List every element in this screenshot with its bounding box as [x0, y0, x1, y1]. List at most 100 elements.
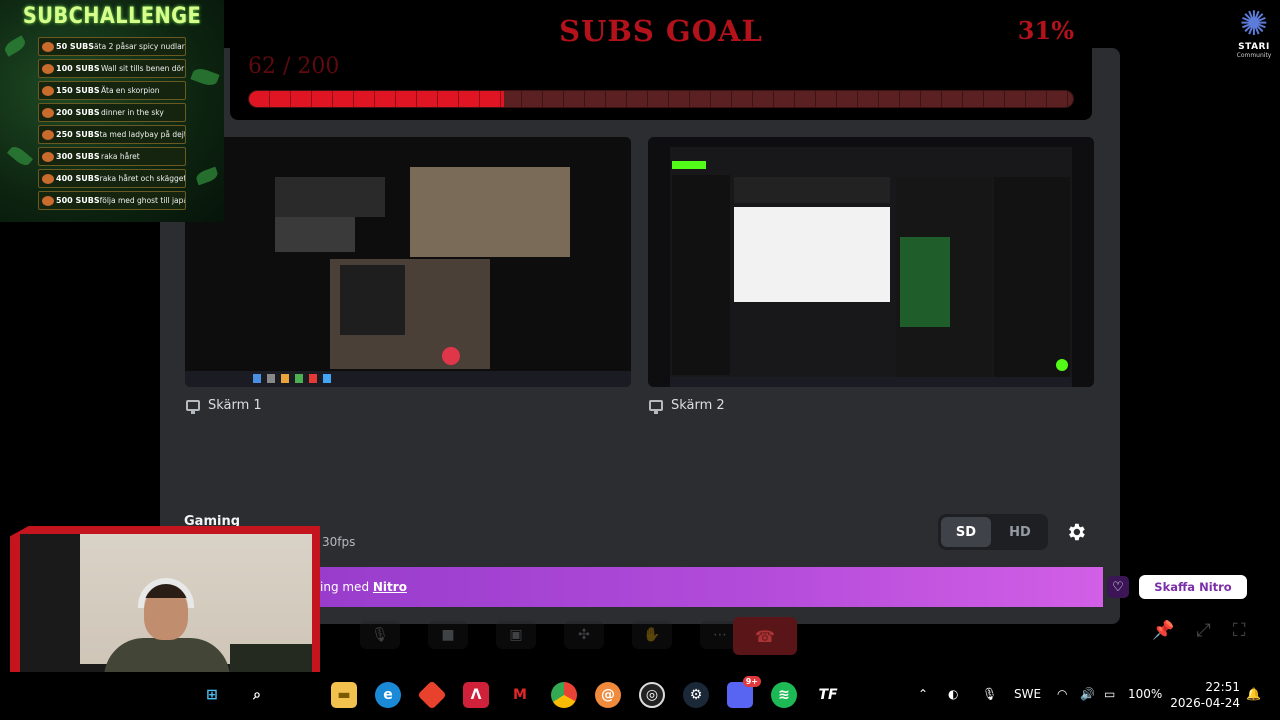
volume-icon[interactable]: 🔊 [1080, 687, 1095, 701]
security-icon[interactable]: ◐ [948, 687, 958, 701]
screen-1-thumbnail [185, 137, 631, 387]
subs-goal-percent: 31% [1017, 16, 1074, 45]
subchallenge-list: 50 SUBSäta 2 påsar spicy nudlar + extra … [38, 37, 186, 213]
subchallenge-subs-text: 50 SUBS [56, 42, 95, 51]
reward-icon [42, 63, 54, 74]
language-indicator[interactable]: SWE [1014, 687, 1041, 701]
quality-sd-button[interactable]: SD [941, 517, 991, 547]
file-explorer-icon[interactable]: ▬ [331, 682, 357, 708]
nitro-text-prefix: ing med [320, 580, 370, 594]
camera-icon[interactable]: ■ [428, 621, 468, 649]
battery-icon[interactable]: ▭ [1104, 687, 1115, 701]
disconnect-button[interactable]: ☎ [733, 617, 797, 655]
search-icon[interactable]: ⌕ [244, 682, 270, 708]
stream-settings-button[interactable] [1058, 514, 1094, 550]
wifi-icon[interactable]: ◠ [1057, 687, 1067, 701]
subchallenge-subs-text: 400 SUBS [56, 174, 100, 183]
heart-icon[interactable]: ♡ [1107, 576, 1129, 598]
subchallenge-row: 400 SUBS raka håret och skägget [38, 169, 186, 188]
subchallenge-row: 300 SUBS raka håret [38, 147, 186, 166]
reward-icon [42, 107, 54, 118]
screen-2-thumbnail [648, 137, 1094, 387]
soundboard-icon[interactable]: ✋ [632, 621, 672, 649]
subchallenge-row: 200 SUBS dinner in the sky [38, 103, 186, 122]
discord-icon[interactable]: 9+ [727, 676, 761, 708]
subchallenge-task: äta 2 påsar spicy nudlar + extra chili [94, 42, 185, 51]
spotify-icon[interactable]: ≋ [771, 682, 797, 708]
chevron-up-icon[interactable]: ⌃ [918, 687, 928, 701]
quality-toggle: SD HD [938, 514, 1048, 550]
nitro-link[interactable]: Nitro [373, 580, 407, 594]
reward-icon [42, 151, 54, 162]
call-view-tools: 📌 ⤢ ⛶ [1152, 620, 1245, 641]
battery-percent: 100% [1128, 687, 1163, 701]
subchallenge-subs-text: 200 SUBS [56, 108, 100, 117]
subchallenge-task: ta med ladybay på dejt [99, 130, 186, 139]
screen-1-name: Skärm 1 [208, 397, 262, 413]
app-swirl-icon[interactable]: @ [595, 682, 621, 708]
gear-icon [1069, 523, 1085, 541]
subchallenge-task: Wall sit tills benen dör [101, 64, 185, 73]
reward-icon [42, 195, 54, 206]
clock-date: 2026-04-24 [1170, 696, 1240, 710]
subchallenge-title: SUBCHALLENGE [22, 4, 202, 29]
fullscreen-icon[interactable]: ⛶ [1233, 620, 1246, 641]
chrome-icon[interactable] [551, 682, 577, 708]
desktop: Skärm 1 Skärm 2 Gaming 30fps SD HD ing m… [0, 0, 1280, 720]
microphone-tray-icon[interactable]: 🎙 [982, 687, 997, 701]
steam-icon[interactable]: ⚙ [683, 682, 709, 708]
app-a-icon[interactable]: Λ [463, 682, 489, 708]
monitor-icon [649, 399, 663, 414]
subchallenge-row: 150 SUBS Äta en skorpion [38, 81, 186, 100]
notification-icon[interactable]: 🔔 [1246, 687, 1261, 701]
obs-icon[interactable]: ◎ [639, 682, 665, 708]
subs-goal-progress-bar [248, 90, 1074, 108]
screen-1-preview[interactable] [185, 137, 631, 387]
subchallenge-panel: SUBCHALLENGE 50 SUBS äta 2 påsar spicy nu… [0, 0, 224, 222]
subs-goal-segments [249, 91, 1073, 107]
subchallenge-subs-text: 250 SUBS [56, 130, 100, 139]
subchallenge-subs: 50 SUBS [39, 41, 95, 52]
monitor-icon [186, 399, 200, 414]
quality-hd-button[interactable]: HD [995, 517, 1045, 547]
screen-2-label: Skärm 2 [649, 396, 725, 414]
subs-goal-count: 62 / 200 [248, 54, 340, 79]
popout-icon[interactable]: ⤢ [1196, 620, 1210, 641]
webcam-feed [20, 534, 312, 690]
subchallenge-subs: 200 SUBS [39, 107, 101, 118]
get-nitro-button[interactable]: Skaffa Nitro [1139, 575, 1247, 599]
leaf-decoration [194, 166, 220, 186]
edge-icon[interactable]: e [375, 682, 401, 708]
activities-icon[interactable]: ✣ [564, 621, 604, 649]
logo-subtitle: Community [1236, 52, 1272, 59]
clock[interactable]: 22:51 2026-04-24 [1168, 679, 1240, 711]
subs-goal-title: SUBS GOAL [559, 14, 763, 48]
pin-icon[interactable]: 📌 [1152, 620, 1174, 641]
reward-icon [42, 85, 54, 96]
subchallenge-row: 500 SUBS följa med ghost till japan [38, 191, 186, 210]
star-icon: ✺ [1239, 4, 1269, 44]
screen-2-preview[interactable] [648, 137, 1094, 387]
subchallenge-row: 250 SUBS ta med ladybay på dejt [38, 125, 186, 144]
subchallenge-subs: 100 SUBS [39, 63, 101, 74]
subchallenge-row: 100 SUBS Wall sit tills benen dör [38, 59, 186, 78]
subchallenge-subs: 250 SUBS [39, 129, 100, 140]
microphone-icon[interactable]: 🎙 [360, 621, 400, 649]
subchallenge-subs: 500 SUBS [39, 195, 100, 206]
subchallenge-subs-text: 500 SUBS [56, 196, 100, 205]
reward-icon [42, 129, 54, 140]
subchallenge-subs: 400 SUBS [39, 173, 100, 184]
windows-start-icon[interactable]: ⊞ [199, 682, 225, 708]
share-screen-icon[interactable]: ▣ [496, 621, 536, 649]
subs-goal-overlay: SUBS GOAL 31% 62 / 200 [230, 2, 1092, 120]
screen-2-name: Skärm 2 [671, 397, 725, 413]
fps-label: 30fps [322, 535, 356, 549]
leaf-decoration [6, 143, 34, 169]
leaf-decoration [190, 65, 220, 89]
reward-icon [42, 41, 54, 52]
stari-logo: ✺ STARI Community [1232, 6, 1276, 68]
subchallenge-subs-text: 100 SUBS [56, 64, 100, 73]
mcafee-icon[interactable]: M [507, 682, 533, 708]
app-tf-icon[interactable]: TF [815, 682, 841, 708]
subchallenge-row: 50 SUBSäta 2 påsar spicy nudlar + extra … [38, 37, 186, 56]
